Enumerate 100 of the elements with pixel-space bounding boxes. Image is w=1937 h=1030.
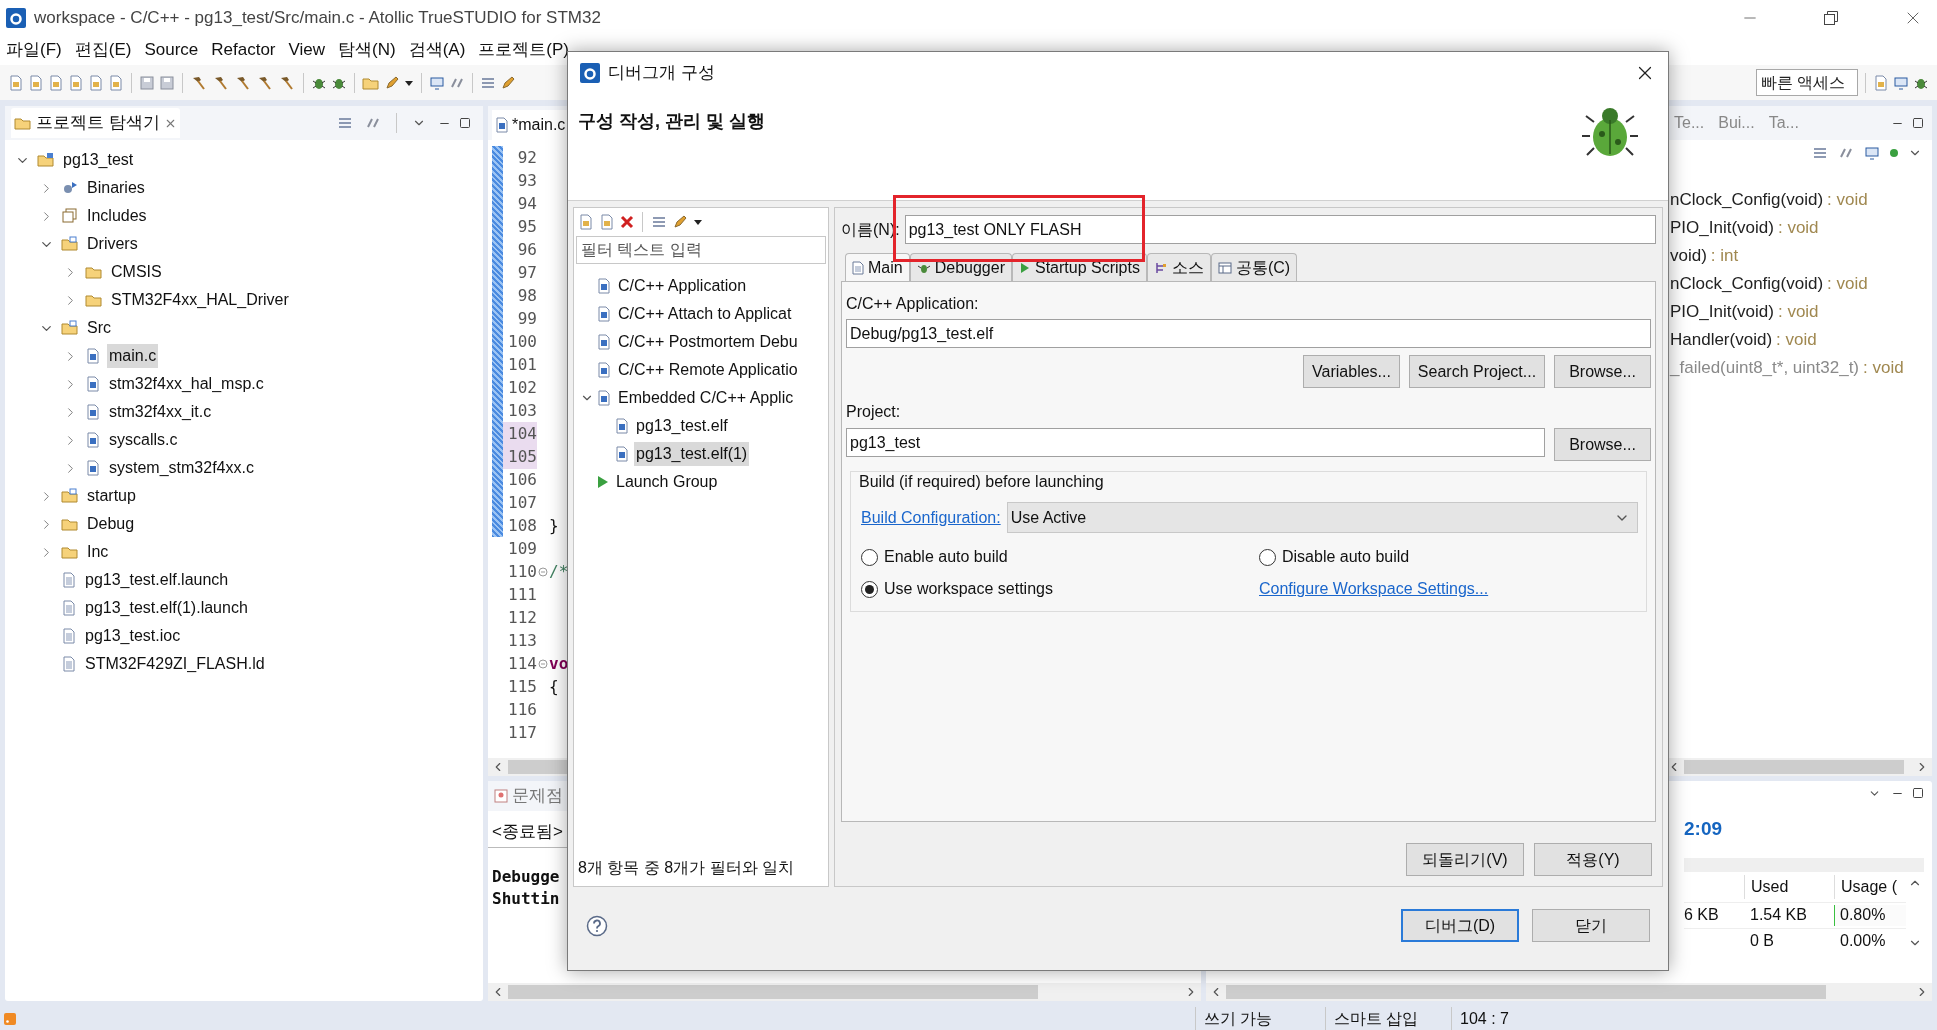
document-icon[interactable] — [88, 74, 104, 91]
pen-icon[interactable] — [672, 214, 688, 230]
name-field[interactable]: pg13_test ONLY FLASH — [904, 215, 1656, 244]
document-icon[interactable] — [1873, 74, 1889, 91]
tree-item[interactable]: pg13_test.elf(1).launch — [83, 596, 250, 620]
tree-item[interactable]: STM32F4xx_HAL_Driver — [109, 288, 291, 312]
maximize-icon[interactable] — [1912, 787, 1924, 799]
document-icon[interactable] — [8, 74, 24, 91]
menu-item[interactable]: Refactor — [211, 37, 276, 63]
menu-item[interactable]: 프로젝트(P) — [478, 37, 569, 63]
menu-item[interactable]: 파일(F) — [6, 37, 62, 63]
radio-button[interactable] — [861, 548, 878, 566]
radio-label[interactable]: Disable auto build — [1282, 545, 1410, 569]
document-icon[interactable] — [578, 214, 594, 230]
column-header[interactable]: Used — [1744, 874, 1834, 899]
outline-item[interactable]: nClock_Config(void) — [1670, 187, 1824, 213]
dialog-tab[interactable]: 소스 — [1146, 253, 1211, 281]
save-icon[interactable] — [159, 74, 175, 91]
pen-icon[interactable] — [500, 74, 516, 91]
tree-item[interactable]: pg13_test — [61, 148, 136, 172]
tree-item[interactable]: syscalls.c — [107, 428, 180, 452]
config-item[interactable]: C/C++ Remote Applicatio — [616, 358, 800, 382]
menu-item[interactable]: 편집(E) — [74, 37, 132, 63]
revert-button[interactable]: 되돌리기(V) — [1406, 843, 1524, 876]
config-item[interactable]: C/C++ Application — [616, 274, 749, 298]
tree-item[interactable]: Binaries — [85, 176, 147, 200]
application-field[interactable]: Debug/pg13_test.elf — [846, 319, 1651, 348]
apply-button[interactable]: 적용(Y) — [1534, 843, 1652, 876]
tree-item[interactable]: STM32F429ZI_FLASH.ld — [83, 652, 267, 676]
build-configuration-link[interactable]: Build Configuration: — [859, 505, 1003, 530]
scrollbar-thumb[interactable] — [1684, 760, 1904, 774]
dialog-tab[interactable]: Main — [845, 253, 910, 281]
config-item[interactable]: pg13_test.elf(1) — [634, 442, 750, 466]
debug-button[interactable]: 디버그(D) — [1401, 909, 1519, 942]
tree-item[interactable]: pg13_test.ioc — [83, 624, 183, 648]
filter-field[interactable]: 필터 텍스트 입력 — [576, 236, 826, 264]
outline-item[interactable]: Handler(void) — [1670, 327, 1773, 353]
panel-tab[interactable]: 문제점 — [512, 783, 563, 809]
document-icon[interactable] — [48, 74, 64, 91]
delete-icon[interactable] — [620, 215, 634, 229]
restore-icon[interactable] — [1823, 9, 1839, 26]
pen-icon[interactable] — [384, 74, 400, 91]
config-item[interactable]: Launch Group — [614, 470, 720, 494]
tree-item[interactable]: stm32f4xx_hal_msp.c — [107, 372, 266, 396]
outline-item[interactable]: PIO_Init(void) — [1670, 215, 1774, 241]
list-icon[interactable] — [1812, 145, 1828, 161]
browse-button[interactable]: Browse... — [1554, 428, 1651, 461]
radio-label[interactable]: Enable auto build — [884, 545, 1008, 569]
monitor-icon[interactable] — [1864, 145, 1880, 161]
fold-icon[interactable] — [538, 566, 548, 577]
maximize-icon[interactable] — [1912, 117, 1924, 129]
dialog-button[interactable]: Browse... — [1554, 355, 1651, 388]
dialog-button[interactable]: Variables... — [1303, 355, 1400, 388]
fold-icon[interactable] — [538, 658, 548, 669]
close-button[interactable]: 닫기 — [1532, 909, 1650, 942]
dialog-tab[interactable]: 공통(C) — [1210, 253, 1298, 281]
dialog-button[interactable]: Search Project... — [1409, 355, 1545, 388]
document-icon[interactable] — [68, 74, 84, 91]
radio-label[interactable]: Use workspace settings — [884, 577, 1053, 601]
config-item[interactable]: pg13_test.elf — [634, 414, 730, 438]
outline-item[interactable]: _failed(uint8_t*, uint32_t) — [1670, 355, 1860, 381]
configuration-dropdown[interactable]: Use Active — [1006, 502, 1638, 533]
scrollbar-thumb[interactable] — [508, 985, 1038, 999]
config-item[interactable]: Embedded C/C++ Applic — [616, 386, 796, 410]
quick-access-field[interactable]: 빠른 액세스 — [1756, 69, 1858, 96]
tree-item[interactable]: main.c — [107, 344, 159, 368]
workspace-settings-link[interactable]: Configure Workspace Settings... — [1259, 577, 1489, 601]
list-icon[interactable] — [337, 115, 353, 131]
tree-item[interactable]: system_stm32f4xx.c — [107, 456, 256, 480]
radio-button[interactable] — [1259, 548, 1276, 566]
tree-item[interactable]: startup — [85, 484, 138, 508]
list-icon[interactable] — [651, 214, 667, 230]
tree-item[interactable]: pg13_test.elf.launch — [83, 568, 231, 592]
scrollbar-thumb[interactable] — [1226, 985, 1826, 999]
tree-item[interactable]: Includes — [85, 204, 149, 228]
document-icon[interactable] — [108, 74, 124, 91]
tree-item[interactable]: Src — [85, 316, 113, 340]
folder-icon[interactable] — [14, 115, 32, 131]
document-icon[interactable] — [28, 74, 44, 91]
tree-item[interactable]: Drivers — [85, 232, 140, 256]
save-icon[interactable] — [139, 74, 155, 91]
menu-item[interactable]: Source — [144, 37, 199, 63]
menu-item[interactable]: View — [288, 37, 326, 63]
monitor-icon[interactable] — [429, 74, 445, 91]
document-icon[interactable] — [599, 214, 615, 230]
help-icon[interactable] — [586, 914, 608, 937]
tree-item[interactable]: Inc — [85, 540, 111, 564]
tree-item[interactable]: CMSIS — [109, 260, 164, 284]
outline-item[interactable]: PIO_Init(void) — [1670, 299, 1774, 325]
outline-item[interactable]: nClock_Config(void) — [1670, 271, 1824, 297]
config-item[interactable]: C/C++ Postmortem Debu — [616, 330, 800, 354]
tree-item[interactable]: stm32f4xx_it.c — [107, 400, 214, 424]
project-field[interactable]: pg13_test — [846, 428, 1545, 457]
outline-item[interactable]: void) — [1670, 243, 1707, 269]
column-header[interactable]: Usage ( — [1834, 874, 1906, 899]
radio-button[interactable] — [861, 580, 878, 598]
maximize-icon[interactable] — [459, 117, 471, 129]
config-item[interactable]: C/C++ Attach to Applicat — [616, 302, 794, 326]
menu-item[interactable]: 검색(A) — [408, 37, 466, 63]
menu-item[interactable]: 탐색(N) — [338, 37, 396, 63]
